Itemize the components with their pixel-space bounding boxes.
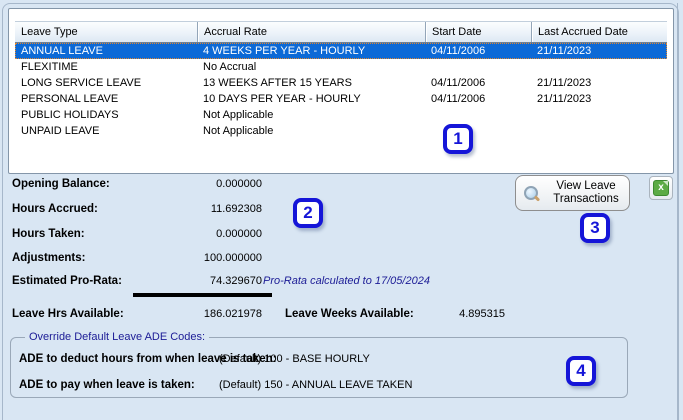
adjustments-label: Adjustments: [12,252,86,264]
ade-pay-row: ADE to pay when leave is taken: (Default… [11,378,627,392]
export-to-excel-button[interactable]: x [649,176,673,200]
total-divider-line [133,293,272,297]
cell-leave-type: LONG SERVICE LEAVE [21,77,142,89]
cell-start-date: 04/11/2006 [431,77,486,89]
summary-row-adjustments: Adjustments: 100.000000 [0,251,520,265]
column-header-last-accrued-date[interactable]: Last Accrued Date [531,22,667,42]
ade-pay-value: (Default) 150 - ANNUAL LEAVE TAKEN [219,379,413,391]
override-ade-codes-legend: Override Default Leave ADE Codes: [25,331,210,343]
adjustments-value: 100.000000 [203,252,262,264]
cell-last-accrued-date [531,59,667,75]
ade-deduct-value: (Default) 100 - BASE HOURLY [219,353,370,365]
override-ade-codes-group: Override Default Leave ADE Codes: ADE to… [10,331,628,398]
availability-row: Leave Hrs Available: 186.021978 Leave We… [0,307,560,321]
cell-start-date [425,123,531,139]
hours-accrued-label: Hours Accrued: [12,203,98,215]
cell-leave-type: PERSONAL LEAVE [21,93,119,105]
table-row-personal-leave[interactable]: PERSONAL LEAVE 10 DAYS PER YEAR - HOURLY… [15,91,667,107]
grid-header: Leave Type Accrual Rate Start Date Last … [15,21,667,43]
window-right-border [677,3,678,420]
summary-row-estimated-pro-rata: Estimated Pro-Rata: 74.329670 [0,274,520,288]
pro-rata-note: Pro-Rata calculated to 17/05/2024 [263,275,430,287]
cell-last-accrued-date: 21/11/2023 [537,45,592,57]
leave-details-screen: Leave Type Accrual Rate Start Date Last … [0,0,683,420]
summary-row-hours-taken: Hours Taken: 0.000000 [0,227,520,241]
cell-start-date [425,107,531,123]
view-leave-transactions-label: View Leave Transactions [553,180,619,205]
annotation-callout-3: 3 [580,213,610,243]
annotation-callout-2: 2 [293,198,323,228]
table-row-annual-leave[interactable]: ANNUAL LEAVE 4 WEEKS PER YEAR - HOURLY 0… [15,43,667,59]
opening-balance-value: 0.000000 [216,178,262,190]
cell-last-accrued-date [531,123,667,139]
magnifier-icon [524,186,541,202]
cell-accrual-rate: No Accrual [203,61,257,73]
cell-accrual-rate: Not Applicable [203,125,274,137]
summary-row-hours-accrued: Hours Accrued: 11.692308 [0,202,520,216]
estimated-pro-rata-label: Estimated Pro-Rata: [12,275,122,287]
table-row-unpaid-leave[interactable]: UNPAID LEAVE Not Applicable [15,123,667,139]
leave-hrs-available-value: 186.021978 [203,308,262,320]
annotation-callout-1: 1 [443,124,473,154]
leave-weeks-available-label: Leave Weeks Available: [285,308,414,320]
excel-export-icon: x [653,180,669,196]
leave-weeks-available-value: 4.895315 [459,308,505,320]
table-row-flexitime[interactable]: FLEXITIME No Accrual [15,59,667,75]
annotation-callout-4: 4 [566,356,596,386]
cell-leave-type: PUBLIC HOLIDAYS [21,109,119,121]
summary-row-opening-balance: Opening Balance: 0.000000 [0,177,520,191]
column-header-accrual-rate[interactable]: Accrual Rate [197,22,425,42]
table-row-public-holidays[interactable]: PUBLIC HOLIDAYS Not Applicable [15,107,667,123]
cell-last-accrued-date: 21/11/2023 [537,93,592,105]
cell-start-date: 04/11/2006 [431,93,486,105]
cell-last-accrued-date: 21/11/2023 [537,77,592,89]
hours-accrued-value: 11.692308 [210,203,262,215]
cell-accrual-rate: 4 WEEKS PER YEAR - HOURLY [203,45,366,57]
view-leave-transactions-button[interactable]: View Leave Transactions [515,175,630,211]
hours-taken-value: 0.000000 [216,228,262,240]
column-header-start-date[interactable]: Start Date [425,22,531,42]
opening-balance-label: Opening Balance: [12,178,110,190]
ade-pay-label: ADE to pay when leave is taken: [19,379,195,391]
cell-accrual-rate: Not Applicable [203,109,274,121]
cell-accrual-rate: 10 DAYS PER YEAR - HOURLY [203,93,361,105]
cell-leave-type: ANNUAL LEAVE [21,45,103,57]
cell-last-accrued-date [531,107,667,123]
cell-leave-type: UNPAID LEAVE [21,125,100,137]
table-row-long-service-leave[interactable]: LONG SERVICE LEAVE 13 WEEKS AFTER 15 YEA… [15,75,667,91]
estimated-pro-rata-value: 74.329670 [210,275,262,287]
leave-types-grid: Leave Type Accrual Rate Start Date Last … [15,21,667,139]
leave-hrs-available-label: Leave Hrs Available: [12,308,124,320]
cell-start-date: 04/11/2006 [431,45,486,57]
column-header-leave-type[interactable]: Leave Type [15,22,197,42]
cell-leave-type: FLEXITIME [21,61,78,73]
ade-deduct-row: ADE to deduct hours from when leave is t… [11,352,627,366]
leave-types-panel: Leave Type Accrual Rate Start Date Last … [8,8,674,174]
cell-accrual-rate: 13 WEEKS AFTER 15 YEARS [203,77,352,89]
cell-start-date [425,59,531,75]
hours-taken-label: Hours Taken: [12,228,85,240]
